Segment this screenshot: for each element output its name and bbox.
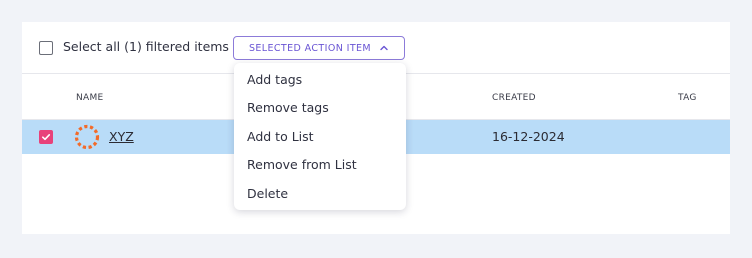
select-all-label: Select all (1) filtered items	[63, 39, 229, 54]
selected-action-menu: Add tags Remove tags Add to List Remove …	[234, 63, 406, 210]
chevron-up-icon	[380, 45, 388, 51]
row-checkbox-checked[interactable]	[39, 130, 53, 144]
selected-action-button[interactable]: SELECTED ACTION ITEM	[233, 36, 405, 60]
checkmark-icon	[41, 133, 51, 141]
menu-item-delete[interactable]: Delete	[234, 180, 406, 208]
column-header-created[interactable]: CREATED	[492, 93, 536, 103]
menu-item-add-to-list[interactable]: Add to List	[234, 123, 406, 151]
selected-action-label: SELECTED ACTION ITEM	[248, 42, 372, 54]
column-header-tag[interactable]: TAG	[678, 93, 697, 103]
column-header-name[interactable]: NAME	[76, 93, 104, 103]
select-all-checkbox[interactable]	[39, 41, 53, 55]
menu-item-remove-from-list[interactable]: Remove from List	[234, 151, 406, 179]
row-created-date: 16-12-2024	[492, 129, 565, 144]
menu-item-add-tags[interactable]: Add tags	[234, 66, 406, 94]
menu-item-remove-tags[interactable]: Remove tags	[234, 94, 406, 122]
avatar	[74, 124, 100, 150]
row-name-link[interactable]: XYZ	[109, 129, 134, 144]
